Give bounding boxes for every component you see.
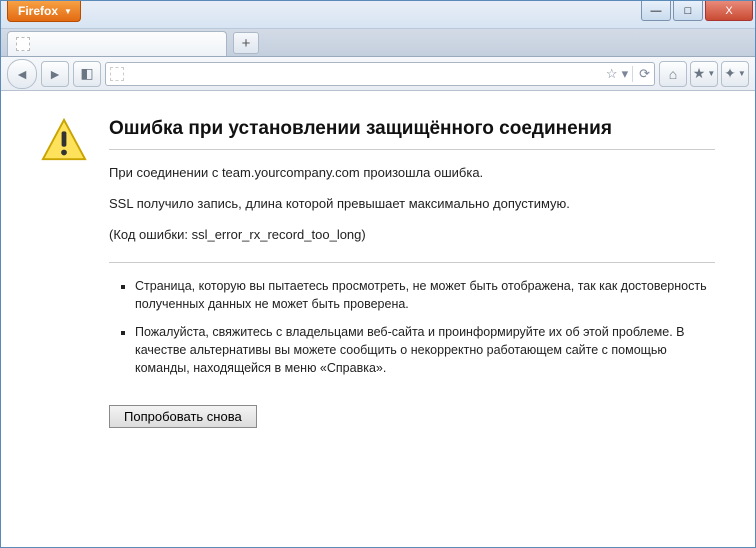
tab-strip: + (1, 29, 755, 57)
firefox-menu-label: Firefox (18, 4, 58, 18)
plus-icon: + (242, 35, 251, 52)
bookmarks-icon: ★ (693, 65, 706, 82)
chevron-down-icon: ▼ (738, 69, 746, 78)
firefox-menu-button[interactable]: Firefox ▼ (7, 1, 81, 22)
maximize-icon: □ (685, 5, 692, 17)
page-content: Ошибка при установлении защищённого соед… (1, 91, 755, 547)
tab-active[interactable] (7, 31, 227, 56)
warning-icon (41, 117, 87, 428)
url-bar[interactable]: ☆ ▾ ⟳ (105, 62, 655, 86)
error-ssl-line: SSL получило запись, длина которой превы… (109, 195, 715, 213)
back-button[interactable]: ◄ (7, 59, 37, 89)
error-code: (Код ошибки: ssl_error_rx_record_too_lon… (109, 227, 715, 242)
error-connection-line: При соединении с team.yourcompany.com пр… (109, 164, 715, 182)
page-favicon-icon (16, 37, 30, 51)
error-bullet: Пожалуйста, свяжитесь с владельцами веб-… (135, 323, 715, 377)
navigation-toolbar: ◄ ► ◧ ☆ ▾ ⟳ ⌂ ★▼ ✦▼ (1, 57, 755, 91)
chevron-down-icon: ▼ (707, 69, 715, 78)
forward-icon: ► (48, 66, 62, 82)
feed-icon: ◧ (80, 65, 93, 82)
window-titlebar: Firefox ▼ — □ X (1, 1, 755, 29)
error-bullet: Страница, которую вы пытаетесь просмотре… (135, 277, 715, 313)
feed-button[interactable]: ◧ (73, 61, 101, 87)
bookmark-star-icon[interactable]: ☆ (606, 66, 618, 82)
reload-icon[interactable]: ⟳ (632, 66, 650, 82)
retry-button[interactable]: Попробовать снова (109, 405, 257, 428)
close-button[interactable]: X (705, 1, 753, 21)
addons-button[interactable]: ✦▼ (721, 61, 749, 87)
minimize-icon: — (651, 5, 662, 17)
addons-icon: ✦ (724, 65, 736, 82)
home-icon: ⌂ (669, 66, 677, 82)
forward-button[interactable]: ► (41, 61, 69, 87)
chevron-down-icon: ▼ (64, 7, 72, 16)
bookmarks-menu-button[interactable]: ★▼ (690, 61, 718, 87)
home-button[interactable]: ⌂ (659, 61, 687, 87)
window-controls: — □ X (639, 1, 753, 21)
minimize-button[interactable]: — (641, 1, 671, 21)
back-icon: ◄ (15, 66, 29, 82)
error-details: Страница, которую вы пытаетесь просмотре… (109, 262, 715, 378)
new-tab-button[interactable]: + (233, 32, 259, 54)
error-title: Ошибка при установлении защищённого соед… (109, 117, 715, 150)
dropdown-icon[interactable]: ▾ (622, 66, 629, 82)
site-identity-icon[interactable] (110, 67, 124, 81)
close-icon: X (725, 5, 732, 17)
maximize-button[interactable]: □ (673, 1, 703, 21)
